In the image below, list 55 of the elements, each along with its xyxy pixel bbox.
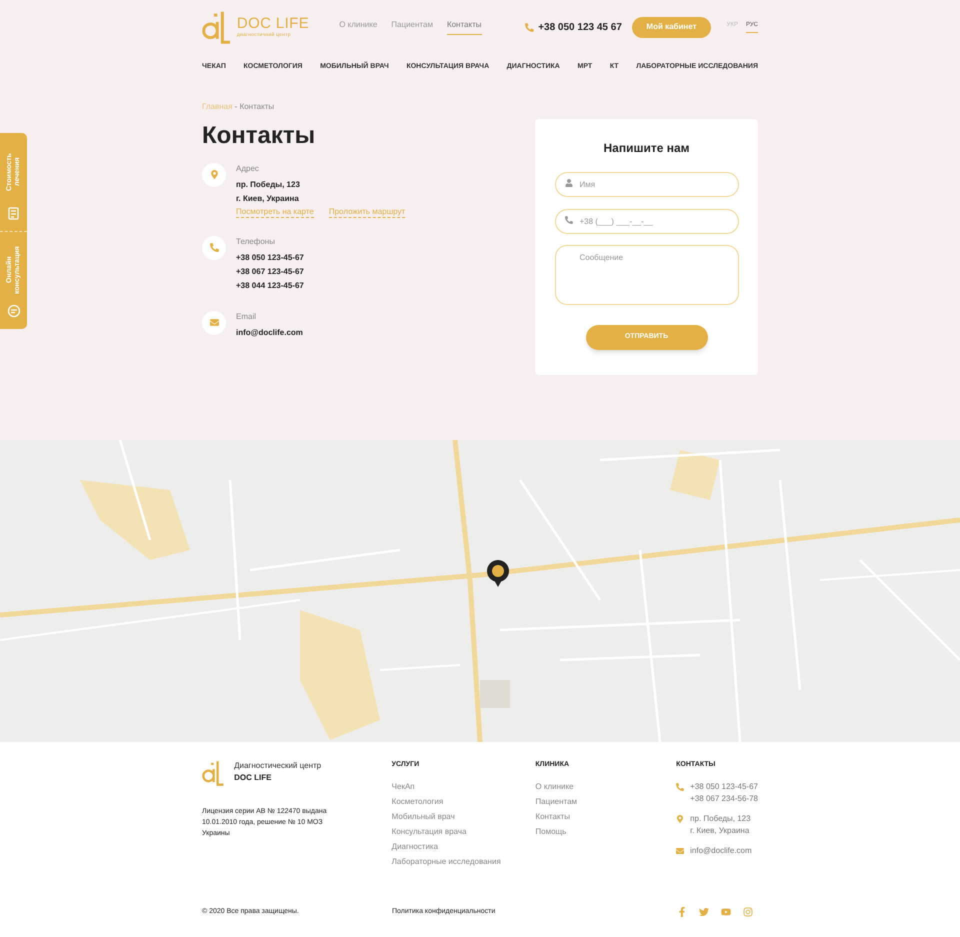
footer-link[interactable]: Диагностика bbox=[392, 840, 536, 852]
phone-icon bbox=[564, 216, 572, 224]
footer-contact-text: г. Киев, Украина bbox=[690, 824, 750, 836]
cabinet-button[interactable]: Мой кабинет bbox=[632, 16, 711, 38]
top-nav-link[interactable]: Пациентам bbox=[391, 19, 433, 35]
envelope-icon bbox=[210, 318, 218, 327]
chat-bubble-icon bbox=[6, 304, 20, 318]
contact-value: +38 050 123-45-67 bbox=[236, 252, 304, 264]
envelope-icon bbox=[676, 846, 684, 854]
footer-link[interactable]: Консультация врача bbox=[392, 826, 536, 836]
name-field[interactable]: Имя bbox=[554, 172, 738, 196]
footer-link[interactable]: Косметология bbox=[392, 796, 536, 806]
contact-value: +38 044 123-45-67 bbox=[236, 280, 304, 292]
footer-link[interactable]: Лабораторные исследования bbox=[392, 856, 536, 866]
phone-icon bbox=[210, 243, 218, 252]
user-icon bbox=[564, 178, 572, 186]
instagram-icon[interactable] bbox=[743, 906, 753, 917]
contact-label: Email bbox=[236, 310, 258, 322]
contact-value: г. Киев, Украина bbox=[236, 192, 300, 205]
message-field[interactable]: Сообщение bbox=[554, 244, 738, 304]
contact-value: info@doclife.com bbox=[236, 326, 303, 338]
footer-link[interactable]: ЧекАп bbox=[392, 780, 536, 792]
footer-link[interactable]: Пациентам bbox=[535, 796, 676, 806]
location-pin-icon bbox=[210, 170, 218, 179]
contact-value: пр. Победы, 123 bbox=[236, 178, 301, 191]
footer-brand-name: DOC LIFE bbox=[234, 772, 272, 784]
footer-contact-text: +38 050 123-45-67 bbox=[690, 780, 758, 792]
contact-label: Адрес bbox=[236, 162, 260, 174]
logo-name: DOC LIFE bbox=[236, 16, 310, 32]
location-pin-icon bbox=[676, 814, 684, 822]
twitter-icon[interactable] bbox=[699, 906, 709, 917]
top-nav-link[interactable]: Контакты bbox=[446, 19, 482, 35]
logo-icon bbox=[202, 10, 231, 44]
phone-icon bbox=[525, 22, 534, 32]
contact-value: +38 067 123-45-67 bbox=[236, 266, 304, 278]
logo-icon bbox=[202, 760, 224, 786]
footer-contact-text: +38 067 234-56-78 bbox=[690, 792, 758, 804]
header-phone[interactable]: +38 050 123 45 67 bbox=[538, 20, 632, 34]
youtube-icon[interactable] bbox=[721, 906, 731, 917]
document-icon bbox=[8, 206, 20, 220]
breadcrumb-current: - Контакты bbox=[234, 102, 274, 110]
contact-label: Телефоны bbox=[236, 236, 276, 248]
form-title: Напишите нам bbox=[603, 140, 690, 156]
top-nav-link[interactable]: О клинике bbox=[339, 19, 378, 35]
footer-contact-text: пр. Победы, 123 bbox=[690, 812, 751, 824]
footer-link[interactable]: Контакты bbox=[535, 810, 676, 822]
footer-link[interactable]: Мобильный врач bbox=[392, 810, 536, 822]
phone-icon bbox=[676, 782, 684, 790]
facebook-icon[interactable] bbox=[677, 906, 687, 917]
phone-field[interactable]: +38 (___) ___-__-__ bbox=[554, 208, 738, 234]
footer-link[interactable]: О клинике bbox=[535, 780, 676, 792]
footer-contact-text: info@doclife.com bbox=[690, 844, 752, 856]
footer-link[interactable]: Помощь bbox=[535, 826, 676, 836]
page-title: Контакты bbox=[202, 120, 316, 150]
footer-brand-subtitle: Диагностический центр bbox=[234, 760, 322, 772]
